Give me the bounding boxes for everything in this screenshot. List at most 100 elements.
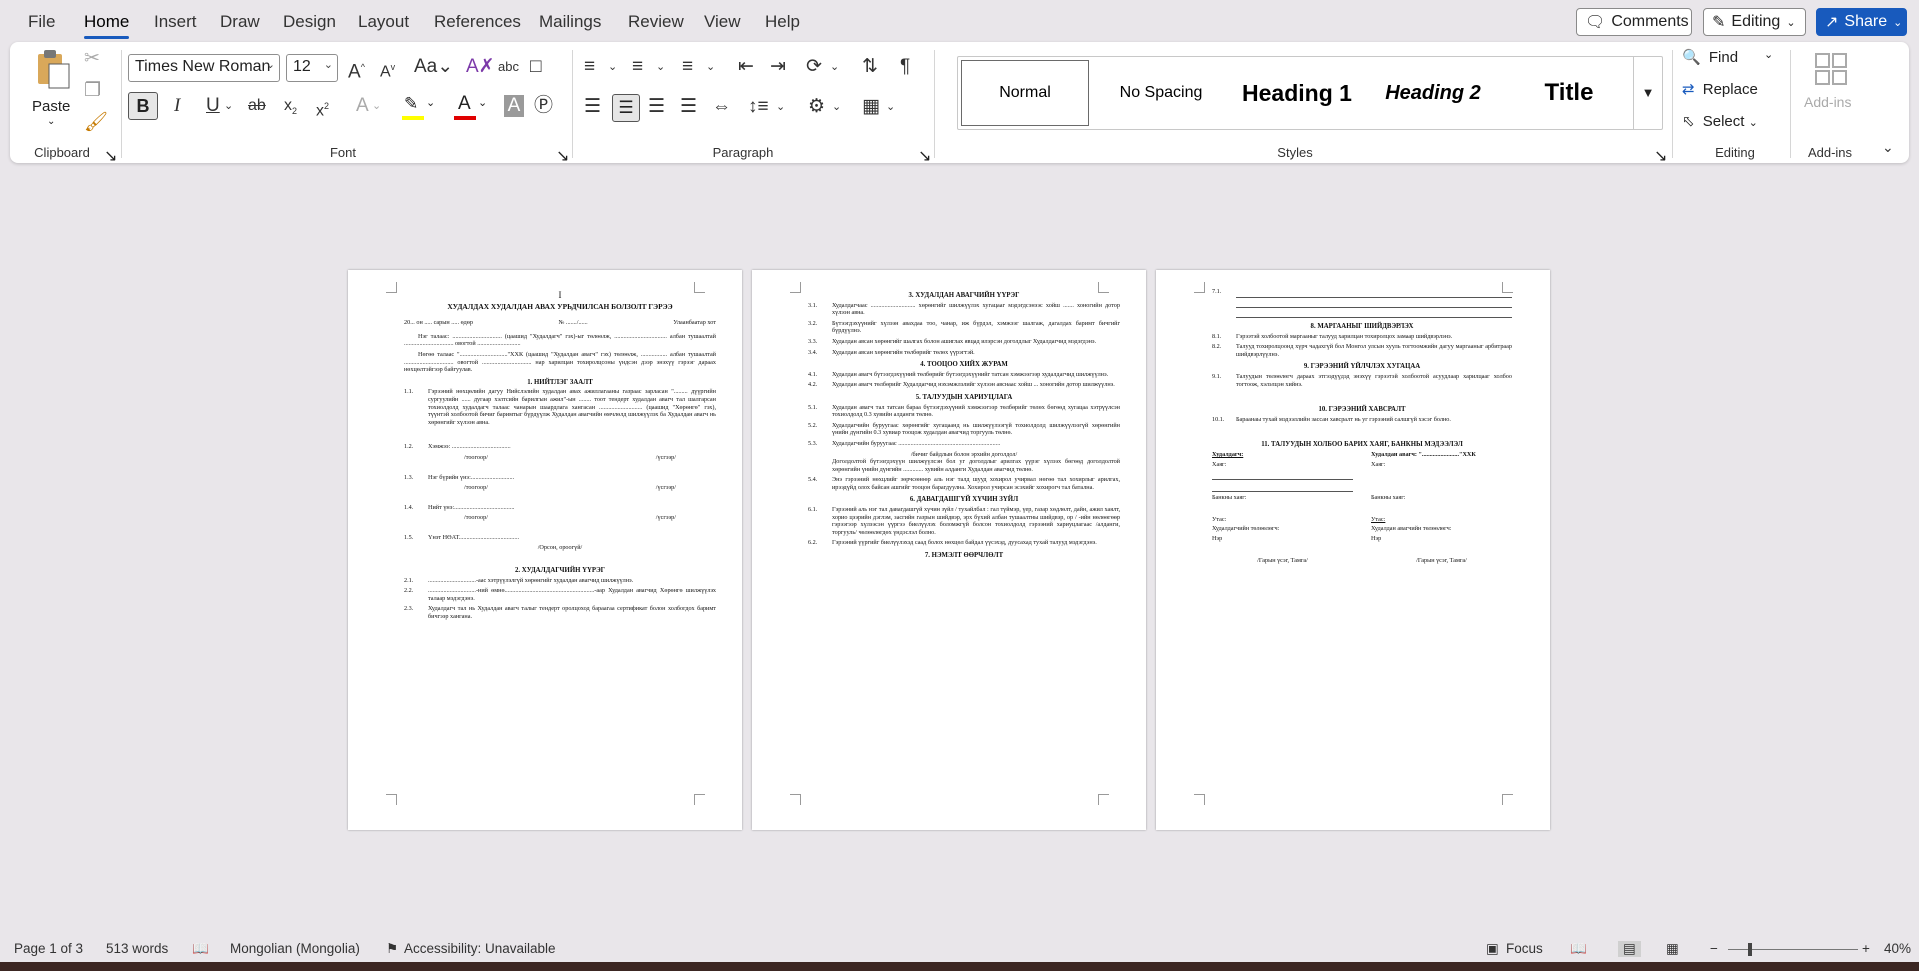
- language-indicator[interactable]: Mongolian (Mongolia): [230, 941, 360, 956]
- phonetic-guide-icon[interactable]: abc: [498, 56, 519, 78]
- accessibility-status[interactable]: Accessibility: Unavailable: [404, 941, 556, 956]
- increase-indent-icon[interactable]: ⇥: [770, 56, 786, 78]
- proofing-icon[interactable]: 📖: [192, 941, 209, 957]
- bullets-icon[interactable]: ≡: [584, 56, 595, 78]
- copy-icon[interactable]: ❐: [84, 80, 101, 102]
- align-center-button[interactable]: ☰: [612, 94, 640, 122]
- highlight-color-button[interactable]: ✎ ⌄: [400, 94, 436, 122]
- read-mode-icon[interactable]: 📖: [1570, 941, 1587, 957]
- tab-view[interactable]: View: [704, 12, 741, 32]
- tab-draw[interactable]: Draw: [220, 12, 260, 32]
- tab-home[interactable]: Home: [84, 12, 130, 39]
- word-count[interactable]: 513 words: [106, 941, 168, 956]
- chevron-down-icon[interactable]: ⌄: [776, 96, 785, 118]
- shading-icon[interactable]: ⚙: [808, 96, 825, 118]
- tab-design[interactable]: Design: [283, 12, 336, 32]
- addins-button[interactable]: Add-ins: [1796, 48, 1866, 128]
- comments-label: Comments: [1611, 13, 1689, 30]
- chevron-down-icon[interactable]: ⌄: [656, 56, 665, 78]
- document-page-2[interactable]: 3. ХУДАЛДАН АВАГЧИЙН ҮҮРЭГ 3.1. Худалдагч…: [752, 270, 1146, 830]
- superscript-icon[interactable]: x2: [316, 95, 329, 122]
- multilevel-list-icon[interactable]: ≡: [682, 56, 693, 78]
- chevron-down-icon[interactable]: ⌄: [372, 95, 381, 117]
- line-spacing-icon[interactable]: ↕≡: [748, 96, 769, 118]
- style-no-spacing[interactable]: No Spacing: [1094, 57, 1228, 129]
- tab-file[interactable]: File: [28, 12, 55, 32]
- font-color-button[interactable]: A ⌄: [452, 93, 488, 122]
- text-effects-icon[interactable]: A: [356, 95, 369, 117]
- seller-label: Худалдагч:: [1212, 450, 1244, 458]
- clear-formatting-icon[interactable]: A✗: [466, 56, 495, 78]
- dialog-launcher-icon[interactable]: ↘: [918, 146, 931, 165]
- document-page-1[interactable]: I ХУДАЛДАХ ХУДАЛДАН АВАХ УРЬДЧИЛСАН БОЛЗ…: [348, 270, 742, 830]
- tab-help[interactable]: Help: [765, 12, 800, 32]
- zoom-level[interactable]: 40%: [1884, 941, 1911, 956]
- character-border-icon[interactable]: □: [530, 56, 541, 78]
- dialog-launcher-icon[interactable]: ↘: [1654, 146, 1667, 165]
- crop-mark: [1194, 794, 1205, 805]
- strikethrough-icon[interactable]: ab: [248, 95, 266, 117]
- style-title[interactable]: Title: [1502, 57, 1636, 129]
- text-direction-icon[interactable]: ⟳: [806, 56, 822, 78]
- subscript-icon[interactable]: x2: [284, 95, 297, 122]
- italic-icon[interactable]: I: [174, 95, 180, 117]
- font-size-combo[interactable]: 12 ⌄: [286, 54, 338, 82]
- style-heading-2[interactable]: Heading 2: [1366, 57, 1500, 129]
- hint-label: /үсгээр/: [655, 514, 676, 522]
- tab-references[interactable]: References: [434, 12, 521, 32]
- borders-icon[interactable]: ▦: [862, 96, 880, 118]
- tab-insert[interactable]: Insert: [154, 12, 197, 32]
- zoom-out-icon[interactable]: −: [1710, 941, 1718, 956]
- editing-mode-button[interactable]: ✎ Editing ⌄: [1703, 8, 1806, 36]
- chevron-down-icon[interactable]: ⌄: [224, 95, 233, 117]
- section-heading: 6. ДАВАГДАШГҮЙ ХҮЧИН ЗҮЙЛ: [909, 496, 1019, 504]
- chevron-down-icon[interactable]: ⌄: [886, 96, 895, 118]
- comments-button[interactable]: 🗨 Comments: [1576, 8, 1692, 36]
- page-count[interactable]: Page 1 of 3: [14, 941, 83, 956]
- cut-icon[interactable]: ✂: [84, 48, 100, 70]
- find-button[interactable]: 🔍 Find ⌄: [1682, 48, 1782, 74]
- share-button[interactable]: ↗ Share ⌄: [1816, 8, 1907, 36]
- distributed-icon[interactable]: ⇔: [712, 96, 731, 118]
- shrink-font-icon[interactable]: Av: [380, 56, 395, 83]
- bold-button[interactable]: B: [128, 92, 158, 120]
- enclose-characters-icon[interactable]: Ⓟ: [534, 95, 553, 117]
- decrease-indent-icon[interactable]: ⇤: [738, 56, 754, 78]
- replace-button[interactable]: ⇄ Replace: [1682, 80, 1782, 106]
- styles-more-button[interactable]: ▼: [1633, 57, 1662, 129]
- align-left-icon[interactable]: ☰: [584, 96, 601, 118]
- web-layout-icon[interactable]: ▦: [1666, 941, 1679, 957]
- justify-icon[interactable]: ☰: [680, 96, 697, 118]
- document-page-3[interactable]: 7.1. 8. МАРГААНЫГ ШИЙДВЭРЛЭХ 8.1. Гэрээтэ…: [1156, 270, 1550, 830]
- underline-icon[interactable]: U: [206, 95, 220, 117]
- align-right-icon[interactable]: ☰: [648, 96, 665, 118]
- font-name-combo[interactable]: Times New Roman ⌄: [128, 54, 280, 82]
- character-shading-icon[interactable]: A: [504, 95, 524, 117]
- grow-font-icon[interactable]: A^: [348, 56, 365, 83]
- style-normal[interactable]: Normal: [958, 57, 1092, 129]
- numbering-icon[interactable]: ≡: [632, 56, 643, 78]
- focus-button[interactable]: Focus: [1506, 941, 1543, 956]
- zoom-slider-thumb[interactable]: [1748, 943, 1752, 956]
- collapse-ribbon-icon[interactable]: ⌄: [1882, 136, 1894, 158]
- format-painter-icon[interactable]: 🖌: [84, 112, 108, 134]
- chevron-down-icon[interactable]: ⌄: [706, 56, 715, 78]
- chevron-down-icon[interactable]: ⌄: [608, 56, 617, 78]
- change-case-icon[interactable]: Aa⌄: [414, 56, 453, 78]
- chevron-down-icon[interactable]: ⌄: [832, 96, 841, 118]
- tab-mailings[interactable]: Mailings: [539, 12, 601, 32]
- tab-review[interactable]: Review: [628, 12, 684, 32]
- chevron-down-icon: ⌄: [1764, 49, 1774, 61]
- sort-icon[interactable]: ⇅: [862, 56, 878, 78]
- chevron-down-icon[interactable]: ⌄: [830, 56, 839, 78]
- dialog-launcher-icon[interactable]: ↘: [556, 146, 569, 165]
- style-heading-1[interactable]: Heading 1: [1230, 57, 1364, 129]
- show-formatting-marks-icon[interactable]: ¶: [900, 56, 910, 78]
- paste-button[interactable]: Paste ⌄: [28, 48, 76, 127]
- dialog-launcher-icon[interactable]: ↘: [104, 146, 117, 165]
- tab-layout[interactable]: Layout: [358, 12, 409, 32]
- print-layout-icon[interactable]: ▤: [1618, 941, 1641, 957]
- styles-gallery: Normal No Spacing Heading 1 Heading 2 Ti…: [957, 56, 1663, 130]
- select-button[interactable]: ⬁ Select ⌄: [1682, 112, 1782, 138]
- zoom-in-icon[interactable]: +: [1862, 941, 1870, 956]
